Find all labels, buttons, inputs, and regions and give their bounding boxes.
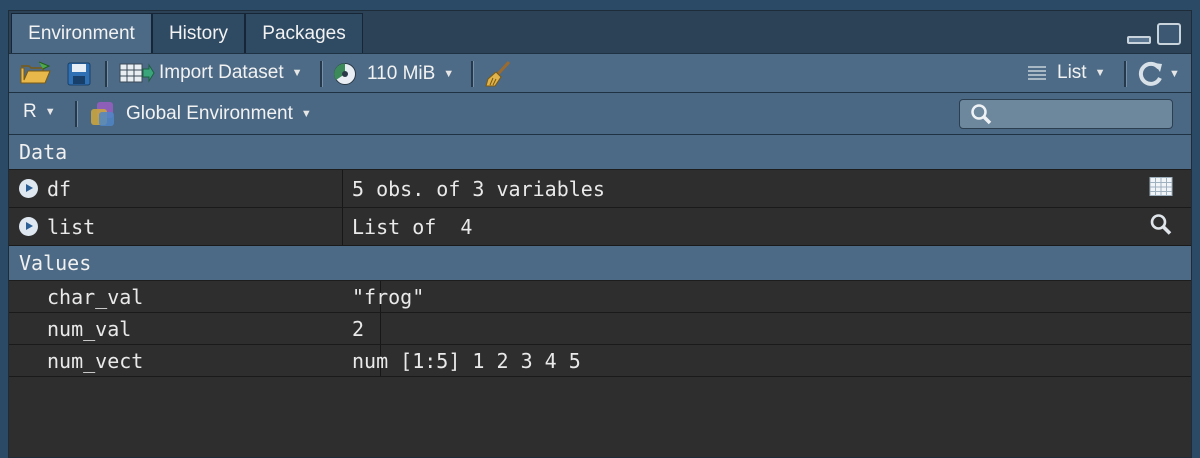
tab-label: History: [168, 22, 229, 44]
search-input[interactable]: [959, 99, 1173, 129]
import-dataset-label: Import Dataset: [159, 62, 284, 83]
variable-value: 2: [352, 316, 365, 341]
memory-usage-button[interactable]: 110 MiB ▼: [333, 62, 454, 86]
import-dataset-button[interactable]: Import Dataset ▼: [119, 61, 303, 85]
chevron-down-icon: ▼: [1094, 67, 1106, 79]
search-icon: [971, 104, 992, 125]
tab-environment[interactable]: Environment: [11, 13, 152, 54]
environment-selector[interactable]: Global Environment ▼: [89, 100, 312, 128]
minimize-button[interactable]: [1127, 36, 1151, 44]
open-folder-icon: [20, 61, 51, 84]
variable-name-cell: df: [9, 170, 343, 207]
section-header-data: Data: [9, 135, 1191, 170]
language-selector[interactable]: R ▼: [23, 101, 56, 123]
environment-selector-bar: R ▼ Global Environment ▼: [9, 93, 1191, 135]
environment-pane: Environment History Packages Import Data…: [8, 10, 1192, 458]
toolbar-separator: [471, 61, 474, 87]
environment-icon: [91, 102, 114, 126]
save-icon: [67, 62, 91, 86]
table-row[interactable]: num_val 2: [9, 313, 1191, 345]
tab-label: Environment: [28, 23, 135, 44]
section-header-values: Values: [9, 246, 1191, 281]
table-row[interactable]: df 5 obs. of 3 variables: [9, 170, 1191, 208]
environment-variable-grid: Data df 5 obs. of 3 variables list List …: [9, 135, 1191, 377]
chevron-down-icon: ▼: [1169, 68, 1180, 80]
memory-pie-icon: [334, 63, 356, 85]
section-label: Data: [19, 140, 68, 164]
magnifier-icon[interactable]: [1149, 212, 1173, 241]
table-row[interactable]: list List of 4: [9, 208, 1191, 246]
variable-value: List of 4: [352, 214, 473, 239]
variable-name: df: [47, 176, 72, 201]
refresh-icon: [1138, 61, 1162, 86]
variable-name: char_val: [47, 284, 144, 309]
table-row[interactable]: num_vect num [1:5] 1 2 3 4 5: [9, 345, 1191, 377]
variable-value-cell: List of 4: [352, 208, 1191, 245]
view-mode-label: List: [1057, 62, 1087, 83]
variable-value: num [1:5] 1 2 3 4 5: [352, 348, 581, 373]
variable-value-cell: "frog": [352, 281, 1191, 312]
language-label: R: [23, 101, 37, 122]
variable-name-cell: list: [9, 208, 343, 245]
expand-icon[interactable]: [19, 217, 38, 236]
grid-view-icon[interactable]: [1149, 176, 1173, 201]
variable-name-cell: num_val: [9, 313, 381, 344]
tab-label: Packages: [262, 22, 346, 44]
variable-name-cell: num_vect: [9, 345, 381, 376]
variable-name-cell: char_val: [9, 281, 381, 312]
chevron-down-icon: ▼: [443, 68, 455, 80]
section-label: Values: [19, 251, 92, 275]
variable-value: 5 obs. of 3 variables: [352, 176, 605, 201]
table-row[interactable]: char_val "frog": [9, 281, 1191, 313]
tab-strip: Environment History Packages: [9, 11, 1191, 54]
tab-history[interactable]: History: [152, 13, 245, 53]
clear-workspace-button[interactable]: [483, 59, 513, 89]
toolbar-separator: [105, 61, 108, 87]
expand-icon[interactable]: [19, 179, 38, 198]
tab-packages[interactable]: Packages: [245, 13, 363, 53]
chevron-down-icon: ▼: [300, 108, 312, 120]
toolbar-separator: [1124, 61, 1127, 87]
open-workspace-button[interactable]: [19, 60, 53, 86]
maximize-button[interactable]: [1157, 23, 1181, 45]
variable-name: list: [47, 214, 96, 239]
environment-toolbar: Import Dataset ▼ 110 MiB ▼ List ▼ ▼: [9, 53, 1191, 93]
memory-usage-label: 110 MiB: [367, 63, 436, 84]
toolbar-separator: [75, 101, 78, 127]
window-controls: [1127, 23, 1181, 45]
chevron-down-icon: ▼: [44, 106, 56, 118]
variable-value: "frog": [352, 284, 425, 309]
environment-label: Global Environment: [126, 103, 293, 124]
import-table-icon: [119, 63, 155, 83]
broom-icon: [485, 60, 511, 87]
variable-value-cell: num [1:5] 1 2 3 4 5: [352, 345, 1191, 376]
variable-name: num_val: [47, 316, 132, 341]
save-workspace-button[interactable]: [67, 62, 91, 86]
list-icon: [1028, 66, 1046, 80]
view-mode-button[interactable]: List ▼: [1027, 62, 1105, 84]
variable-value-cell: 2: [352, 313, 1191, 344]
refresh-button[interactable]: ▼: [1137, 60, 1180, 88]
variable-value-cell: 5 obs. of 3 variables: [352, 170, 1191, 207]
chevron-down-icon: ▼: [291, 67, 303, 79]
variable-name: num_vect: [47, 348, 144, 373]
toolbar-separator: [320, 61, 323, 87]
